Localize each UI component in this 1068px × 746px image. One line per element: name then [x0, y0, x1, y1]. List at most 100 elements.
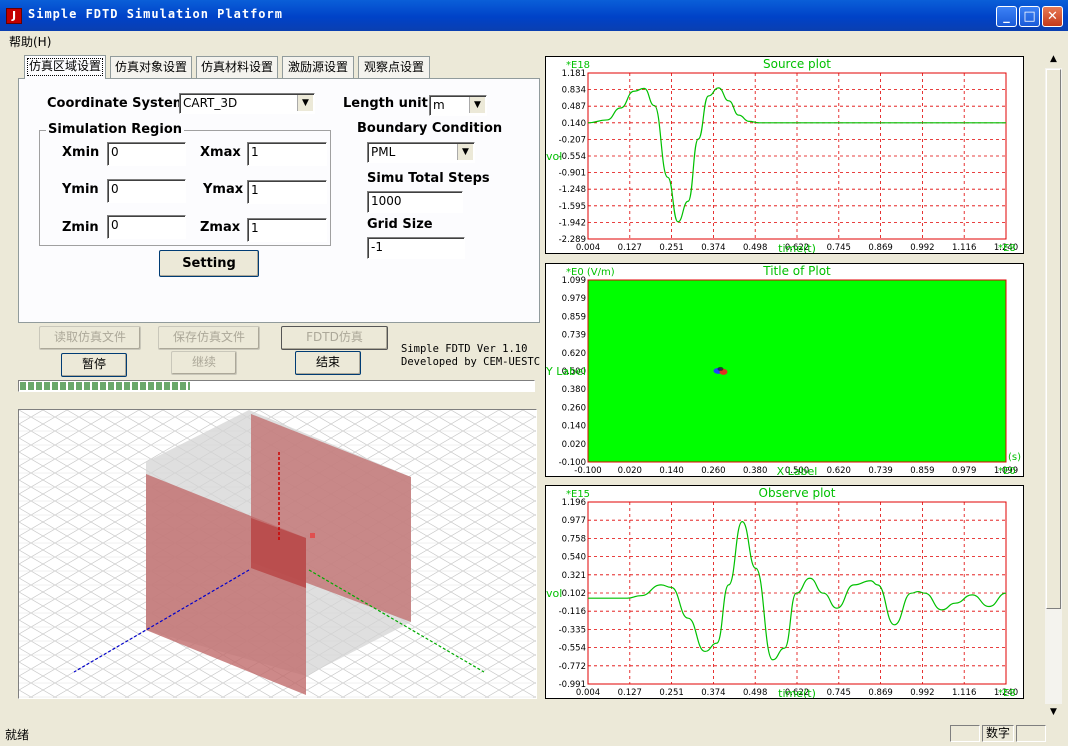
heatmap-field [588, 280, 1006, 462]
observe-plot-svg: 0.004 0.127 0.251 0.374 0.498 0.622 0.745 0.869… [546, 486, 1018, 700]
y-tick-label: 0.859 [562, 312, 586, 322]
chevron-down-icon[interactable]: ▼ [457, 144, 473, 160]
grid-label: Grid Size [367, 217, 433, 232]
tab-material[interactable]: 仿真材料设置 [196, 56, 278, 78]
y-tick-label: 0.834 [562, 86, 586, 96]
minimize-icon[interactable]: _ [996, 6, 1017, 27]
x-tick-label: 0.869 [868, 688, 892, 698]
x-tick-label: 0.739 [868, 466, 892, 476]
x-tick-label: 0.498 [743, 243, 767, 253]
y-tick-label: 0.020 [562, 440, 586, 450]
x-axis-label: time(t) [778, 242, 816, 253]
scroll-thumb[interactable] [1046, 69, 1061, 609]
x-unit: (s) [1008, 452, 1021, 463]
observe-point [310, 533, 315, 538]
chevron-down-icon[interactable]: ▼ [469, 97, 485, 113]
x-tick-label: 0.380 [743, 466, 767, 476]
y-axis-label: vol [546, 150, 562, 163]
tab-region[interactable]: 仿真区域设置 [24, 55, 106, 79]
zmax-input[interactable]: 1 [247, 218, 327, 242]
x-tick-label: 1.116 [952, 243, 976, 253]
coord-select[interactable]: CART_3D ▼ [179, 93, 315, 114]
length-select[interactable]: m ▼ [429, 95, 487, 116]
y-multiplier: *E18 [566, 60, 590, 71]
length-label: Length unit [343, 96, 428, 111]
y-tick-label: 0.540 [562, 553, 586, 563]
maximize-icon[interactable]: □ [1019, 6, 1040, 27]
y-tick-label: -0.335 [559, 625, 586, 635]
boundary-label: Boundary Condition [357, 121, 503, 136]
ymin-input[interactable]: 0 [107, 179, 186, 203]
x-tick-label: 0.859 [910, 466, 934, 476]
y-tick-label: 0.140 [562, 119, 586, 129]
y-tick-label: 0.979 [562, 294, 586, 304]
steps-input[interactable]: 1000 [367, 191, 463, 213]
zmin-input[interactable]: 0 [107, 215, 186, 239]
xmax-label: Xmax [200, 145, 241, 160]
read-file-button[interactable]: 读取仿真文件 [39, 326, 141, 350]
x-tick-label: 0.374 [701, 243, 725, 253]
y-tick-label: -0.772 [559, 662, 586, 672]
xmax-input[interactable]: 1 [247, 142, 327, 166]
field-plot-svg: -0.100 0.020 0.140 0.260 0.380 0.500 0.620 0.73… [545, 264, 1021, 478]
vertical-scrollbar[interactable]: ▲ ▼ [1045, 51, 1062, 721]
x-tick-label: 0.251 [659, 243, 683, 253]
tab-object[interactable]: 仿真对象设置 [110, 56, 192, 78]
fdtd-sim-button[interactable]: FDTD仿真 [281, 326, 388, 350]
x-tick-label: 1.116 [952, 688, 976, 698]
series-line [588, 521, 1007, 661]
progress-bar [18, 380, 535, 392]
menu-help[interactable]: 帮助(H) [9, 33, 51, 50]
ymax-label: Ymax [203, 182, 244, 197]
chevron-down-icon[interactable]: ▼ [297, 95, 313, 111]
x-tick-label: 0.260 [701, 466, 725, 476]
y-tick-label: 0.260 [562, 403, 586, 413]
app-icon: J [6, 8, 22, 24]
y-tick-label: 0.321 [562, 571, 586, 581]
resume-button[interactable]: 继续 [171, 351, 237, 375]
coord-label: Coordinate System [47, 96, 187, 111]
ymax-input[interactable]: 1 [247, 180, 327, 204]
3d-view[interactable] [18, 409, 537, 699]
pause-button[interactable]: 暂停 [61, 353, 127, 377]
coord-value: CART_3D [183, 96, 238, 110]
setting-button[interactable]: Setting [159, 250, 259, 277]
source-plot: 0.004 0.127 0.251 0.374 0.498 0.622 0.745 0.869… [545, 56, 1024, 255]
x-multiplier: *E8 [998, 243, 1016, 253]
steps-label: Simu Total Steps [367, 171, 490, 186]
boundary-select[interactable]: PML ▼ [367, 142, 475, 163]
y-tick-label: -2.289 [559, 235, 586, 245]
y-tick-label: -0.116 [559, 607, 586, 617]
zmax-label: Zmax [200, 220, 241, 235]
tab-source[interactable]: 激励源设置 [282, 56, 354, 78]
source-plot-svg: 0.004 0.127 0.251 0.374 0.498 0.622 0.745 0.869… [546, 57, 1018, 255]
status-ready: 就绪 [5, 728, 30, 742]
heatmap-hotspot-core [717, 366, 724, 371]
xmin-input[interactable]: 0 [107, 142, 186, 166]
x-multiplier: *E8 [998, 688, 1016, 698]
tab-observe[interactable]: 观察点设置 [358, 56, 430, 78]
y-tick-label: -0.901 [559, 169, 586, 179]
x-tick-label: 0.251 [659, 688, 683, 698]
scroll-up-icon[interactable]: ▲ [1045, 51, 1062, 68]
progress-fill [20, 382, 190, 390]
field-plot: -0.100 0.020 0.140 0.260 0.380 0.500 0.620 0.73… [545, 263, 1024, 478]
close-icon[interactable]: ✕ [1042, 6, 1063, 27]
window-title: Simple FDTD Simulation Platform [28, 7, 283, 21]
y-tick-label: 0.140 [562, 422, 586, 432]
scroll-down-icon[interactable]: ▼ [1045, 704, 1062, 721]
status-num: 数字 [982, 725, 1014, 742]
x-tick-label: 0.498 [743, 688, 767, 698]
y-tick-label: 0.977 [562, 516, 586, 526]
grid-input[interactable]: -1 [367, 237, 465, 259]
zmin-label: Zmin [62, 220, 99, 235]
x-tick-label: 0.992 [910, 243, 934, 253]
region-title: Simulation Region [46, 122, 185, 137]
status-bar [0, 722, 1068, 746]
y-axis-label: vol [546, 587, 562, 600]
save-file-button[interactable]: 保存仿真文件 [158, 326, 260, 350]
end-button[interactable]: 结束 [295, 351, 361, 375]
x-tick-label: 0.745 [827, 243, 851, 253]
xmin-label: Xmin [62, 145, 100, 160]
developer-text: Developed by CEM-UESTC [401, 356, 541, 368]
